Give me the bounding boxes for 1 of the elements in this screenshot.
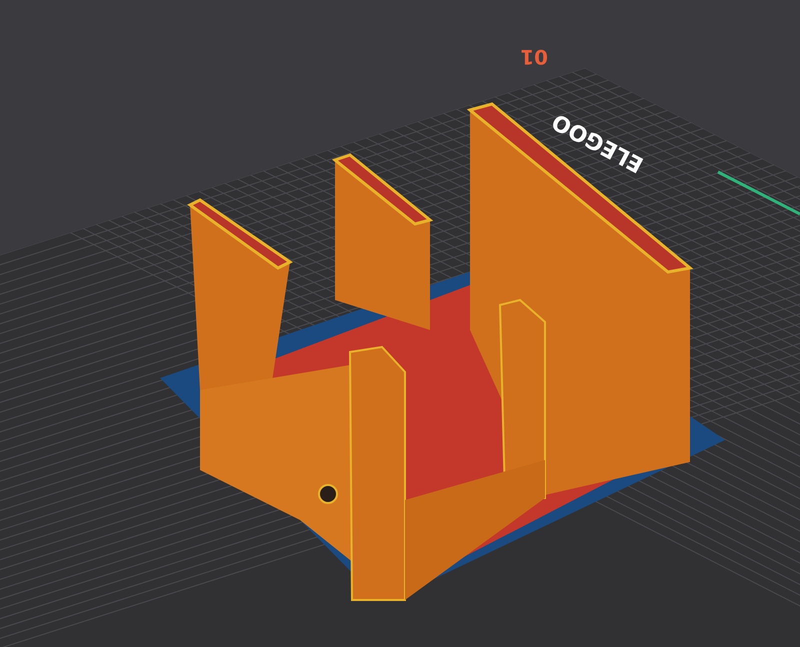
plate-number-label: 01 [520, 45, 548, 69]
